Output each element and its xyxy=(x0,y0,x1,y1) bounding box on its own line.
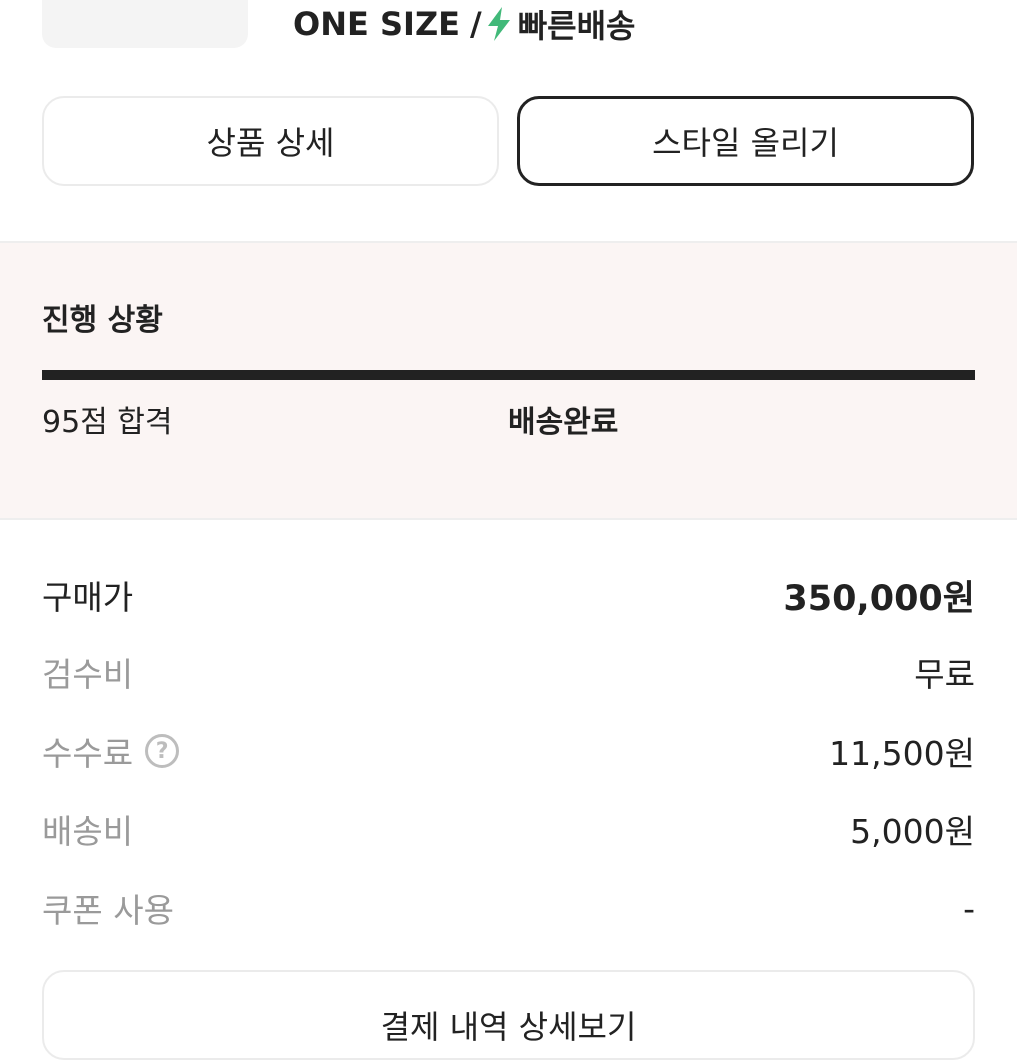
payment-row-coupon: 쿠폰 사용 - xyxy=(42,886,975,931)
payment-row-label: 검수비 xyxy=(42,655,134,694)
progress-section: 진행 상황 95점 합격 배송완료 xyxy=(0,241,1017,520)
progress-step-inspection: 95점 합격 xyxy=(42,405,173,440)
payment-row-value: - xyxy=(963,888,975,928)
payment-row-label: 수수료 xyxy=(42,734,134,773)
progress-bar-fill xyxy=(42,370,975,380)
payment-row-value: 5,000원 xyxy=(850,812,975,851)
size-label: ONE SIZE xyxy=(293,5,460,43)
lightning-bolt-icon xyxy=(487,7,510,41)
payment-row-label: 배송비 xyxy=(42,812,134,851)
payment-row-commission: 수수료 ? 11,500원 xyxy=(42,729,975,773)
separator: / xyxy=(470,5,482,43)
payment-row-shipping-fee: 배송비 5,000원 xyxy=(42,807,975,851)
payment-row-label: 구매가 xyxy=(42,578,134,617)
payment-details-button[interactable]: 결제 내역 상세보기 xyxy=(42,970,975,1060)
upload-style-button[interactable]: 스타일 올리기 xyxy=(517,96,974,186)
question-circle-icon[interactable]: ? xyxy=(145,734,180,768)
progress-bar xyxy=(42,370,975,380)
progress-step-delivered: 배송완료 xyxy=(508,405,619,440)
product-detail-button[interactable]: 상품 상세 xyxy=(42,96,499,186)
payment-row-label: 쿠폰 사용 xyxy=(42,891,174,930)
payment-row-label-group: 수수료 ? xyxy=(42,727,180,775)
progress-title: 진행 상황 xyxy=(42,303,163,338)
product-thumbnail[interactable] xyxy=(42,0,248,48)
payment-row-value: 350,000원 xyxy=(783,578,975,619)
payment-row-value: 무료 xyxy=(914,655,975,694)
payment-row-value: 11,500원 xyxy=(829,734,975,773)
payment-row-inspection-fee: 검수비 무료 xyxy=(42,650,975,694)
payment-row-purchase-price: 구매가 350,000원 xyxy=(42,573,975,619)
fast-delivery-badge: 빠른배송 xyxy=(517,7,636,45)
product-option-line: ONE SIZE / 빠른배송 xyxy=(293,4,636,45)
